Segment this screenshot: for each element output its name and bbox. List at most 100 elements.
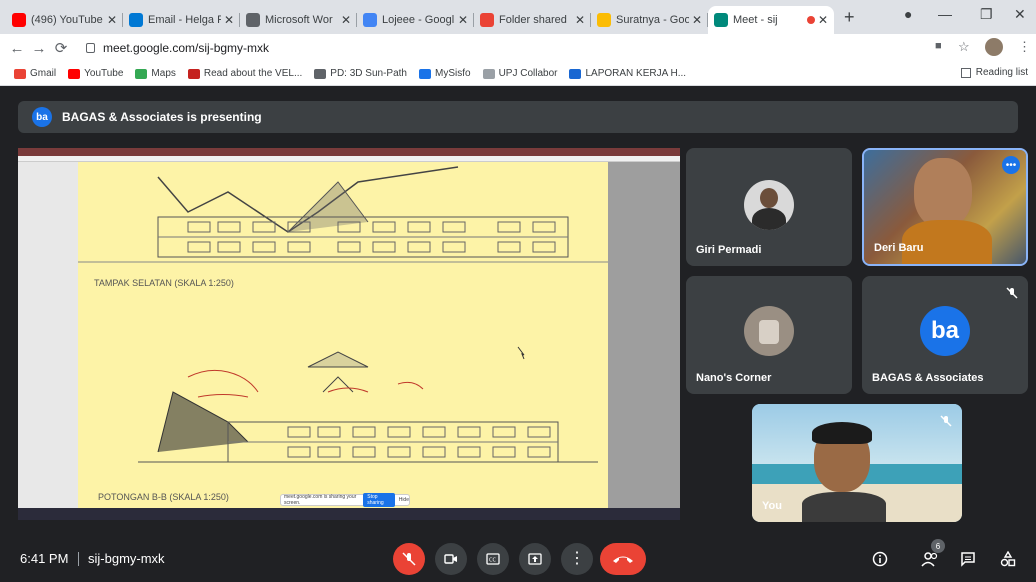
captions-button[interactable]: CC	[477, 543, 509, 575]
participant-tile-bagas[interactable]: ba BAGAS & Associates	[862, 276, 1028, 394]
bookmark-icon	[482, 68, 495, 79]
bookmark-item[interactable]: UPJ Collabor	[482, 68, 558, 79]
url-field[interactable]: meet.google.com/sij-bgmy-mxk	[86, 38, 926, 58]
profile-icon[interactable]: ●	[904, 6, 912, 22]
bookmark-item[interactable]: YouTube	[68, 68, 123, 79]
bookmark-label: UPJ Collabor	[498, 68, 558, 79]
hang-up-icon	[613, 556, 633, 563]
reload-button[interactable]: ⟳	[50, 39, 72, 57]
clock: 6:41 PM	[20, 551, 69, 566]
bookmark-icon	[68, 68, 81, 79]
participant-name: BAGAS & Associates	[872, 372, 984, 384]
more-options-button[interactable]: ⋮	[561, 543, 593, 575]
shared-window-titlebar	[18, 148, 680, 156]
hide-button[interactable]: Hide	[399, 497, 409, 503]
giri-avatar	[744, 180, 794, 230]
sharing-notice-text: meet.google.com is sharing your screen.	[284, 494, 357, 506]
stop-sharing-button[interactable]: Stop sharing	[363, 493, 395, 507]
architecture-drawing: TAMPAK SELATAN (SKALA 1:250) POTONGAN B-…	[78, 162, 608, 508]
close-tab-icon[interactable]: ✕	[341, 13, 351, 27]
close-tab-icon[interactable]: ✕	[224, 13, 234, 27]
meeting-code: sij-bgmy-mxk	[88, 551, 165, 566]
participant-name: Nano's Corner	[696, 372, 772, 384]
bookmark-label: MySisfo	[435, 68, 471, 79]
participant-tile-deri[interactable]: ••• Deri Baru	[862, 148, 1028, 266]
globe-icon	[246, 13, 260, 27]
outlook-icon	[129, 13, 143, 27]
browser-tab-strip: (496) YouTube ✕ Email - Helga F ✕ Microsoft …	[0, 0, 1036, 34]
youtube-icon	[12, 13, 26, 27]
bookmark-label: Read about the VEL...	[203, 68, 303, 79]
bookmark-label: PD: 3D Sun-Path	[330, 68, 407, 79]
bookmark-item[interactable]: MySisfo	[419, 68, 471, 79]
reading-list-button[interactable]: Reading list	[960, 67, 1028, 78]
bookmark-item[interactable]: PD: 3D Sun-Path	[314, 68, 407, 79]
tab-title: (496) YouTube	[31, 14, 103, 26]
profile-avatar[interactable]	[985, 38, 1003, 56]
browser-tab[interactable]: (496) YouTube ✕	[6, 6, 123, 34]
address-bar-row: ← → ⟳ meet.google.com/sij-bgmy-mxk ■ ☆ ⋮	[0, 34, 1036, 62]
bookmark-item[interactable]: LAPORAN KERJA H...	[569, 68, 686, 79]
forward-button[interactable]: →	[28, 40, 50, 57]
present-icon	[528, 553, 542, 565]
browser-tab[interactable]: Meet - sij ✕	[708, 6, 834, 34]
bookmark-label: LAPORAN KERJA H...	[585, 68, 687, 79]
new-tab-button[interactable]: +	[844, 7, 855, 28]
camera-toggle-button[interactable]	[435, 543, 467, 575]
camera-indicator-icon[interactable]: ■	[935, 40, 942, 52]
more-vert-icon: ⋮	[569, 550, 585, 567]
browser-tab[interactable]: Suratnya - Goo ✕	[591, 6, 708, 34]
bookmark-label: Maps	[151, 68, 176, 79]
participant-tile-nano[interactable]: Nano's Corner	[686, 276, 852, 394]
gmail-icon	[480, 13, 494, 27]
drawing-sketch	[78, 166, 608, 463]
chat-button[interactable]	[956, 547, 980, 571]
url-text: meet.google.com/sij-bgmy-mxk	[103, 41, 270, 55]
bookmark-item[interactable]: Read about the VEL...	[187, 68, 303, 79]
participant-tile-giri[interactable]: Giri Permadi	[686, 148, 852, 266]
back-button[interactable]: ←	[6, 40, 28, 57]
bookmark-star-icon[interactable]: ☆	[958, 39, 970, 55]
close-tab-icon[interactable]: ✕	[107, 13, 117, 27]
close-window-button[interactable]: ✕	[1014, 6, 1026, 23]
meet-icon	[714, 13, 728, 27]
shared-screen[interactable]: TAMPAK SELATAN (SKALA 1:250) POTONGAN B-…	[18, 148, 680, 520]
tab-title: Microsoft Wor	[265, 14, 333, 26]
present-button[interactable]	[519, 543, 551, 575]
restore-button[interactable]: ❐	[980, 6, 993, 23]
bagas-logo-icon: ba	[32, 107, 52, 127]
activities-button[interactable]	[996, 547, 1020, 571]
presenting-banner: ba BAGAS & Associates is presenting	[18, 101, 1018, 133]
close-tab-icon[interactable]: ✕	[458, 13, 468, 27]
close-tab-icon[interactable]: ✕	[575, 13, 585, 27]
browser-tab[interactable]: Email - Helga F ✕	[123, 6, 240, 34]
browser-tab[interactable]: Microsoft Wor ✕	[240, 6, 357, 34]
you-hair	[812, 422, 872, 444]
lock-icon	[86, 43, 95, 53]
bookmark-item[interactable]: Gmail	[14, 68, 56, 79]
browser-tab[interactable]: Lojeee - Googl ✕	[357, 6, 474, 34]
mic-toggle-button[interactable]	[393, 543, 425, 575]
browser-tab[interactable]: Folder shared ✕	[474, 6, 591, 34]
info-icon	[872, 551, 888, 567]
bookmark-icon	[569, 68, 582, 79]
camera-icon	[444, 554, 457, 564]
close-tab-icon[interactable]: ✕	[818, 13, 828, 27]
participant-tile-you[interactable]: You	[752, 404, 962, 522]
browser-menu-icon[interactable]: ⋮	[1018, 39, 1031, 55]
meeting-info-button[interactable]	[868, 547, 892, 571]
tab-title: Suratnya - Goo	[616, 14, 689, 26]
bookmark-label: Gmail	[30, 68, 57, 79]
reading-list-icon	[960, 67, 971, 78]
bookmark-item[interactable]: Maps	[135, 68, 176, 79]
activities-icon	[1000, 551, 1016, 567]
tab-title: Email - Helga F	[148, 14, 221, 26]
viewer-left-panel	[18, 162, 78, 508]
participant-name: Deri Baru	[874, 242, 924, 254]
more-options-icon[interactable]: •••	[1002, 156, 1020, 174]
recording-icon	[806, 16, 815, 24]
end-call-button[interactable]	[600, 543, 646, 575]
minimize-button[interactable]: —	[938, 6, 952, 22]
bookmark-icon	[314, 68, 327, 79]
close-tab-icon[interactable]: ✕	[692, 13, 702, 27]
